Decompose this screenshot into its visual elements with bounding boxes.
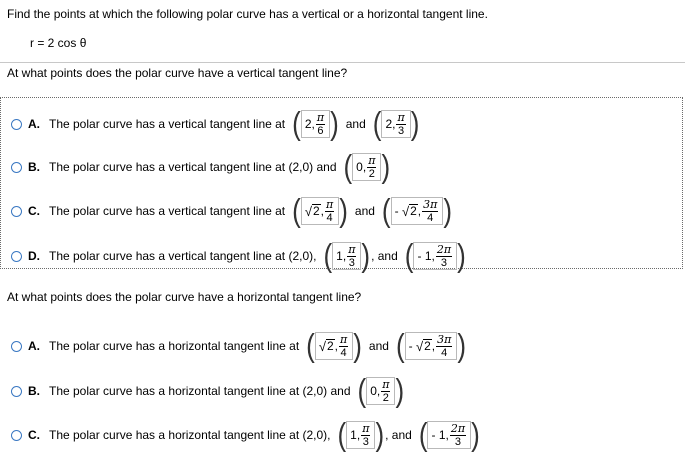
angle-numerator: π (396, 110, 406, 125)
point-expression[interactable]: ( - √ 2, 3π 4 ) (382, 194, 452, 227)
radius-value: 1 (424, 249, 432, 263)
radius-value: 1 (350, 428, 357, 442)
option-text: The polar curve has a horizontal tangent… (49, 384, 351, 398)
and-text: and (354, 204, 375, 218)
option-text: The polar curve has a vertical tangent l… (49, 117, 286, 131)
option-vertical-d[interactable]: D. The polar curve has a vertical tangen… (11, 237, 467, 275)
point-expression[interactable]: ( 0,π2 ) (358, 374, 405, 407)
radius-value: 1 (336, 249, 343, 263)
angle-numerator: 2π (449, 421, 467, 436)
point-expression[interactable]: ( √ 2, π 4 ) (292, 194, 348, 227)
angle-numerator: 2π (435, 242, 453, 257)
angle-denominator: 3 (398, 124, 405, 137)
angle-numerator: π (347, 242, 357, 257)
radio-button[interactable] (11, 429, 22, 441)
radius-value: 0 (356, 160, 363, 174)
point-expression[interactable]: ( √ 2, π 4 ) (306, 329, 362, 362)
radius-value: 2 (311, 203, 321, 218)
option-text: The polar curve has a vertical tangent l… (49, 160, 337, 174)
point-expression[interactable]: ( 2,π3 ) (373, 107, 420, 140)
and-text: and (368, 339, 389, 353)
angle-numerator: π (367, 153, 377, 168)
point-expression[interactable]: ( - 1, 2π 3 ) (419, 418, 480, 451)
and-text: , and (371, 249, 398, 263)
angle-numerator: π (324, 197, 335, 212)
sign: - (417, 249, 422, 263)
angle-denominator: 2 (368, 167, 375, 180)
option-letter: A. (28, 339, 40, 353)
angle-numerator: 3π (436, 332, 453, 347)
angle-denominator: 3 (454, 435, 462, 448)
angle-denominator: 3 (348, 256, 355, 269)
point-expression[interactable]: ( 1,π3 ) (338, 418, 385, 451)
radio-button[interactable] (11, 161, 22, 173)
radius-value: 2 (304, 117, 312, 131)
option-vertical-a[interactable]: A. The polar curve has a vertical tangen… (11, 105, 420, 143)
angle-numerator: π (361, 421, 371, 436)
divider (0, 62, 685, 63)
option-text: The polar curve has a vertical tangent l… (49, 249, 317, 263)
point-expression[interactable]: ( 2,π6 ) (292, 107, 339, 140)
point-expression[interactable]: ( 0,π2 ) (344, 150, 391, 183)
option-vertical-c[interactable]: C. The polar curve has a vertical tangen… (11, 192, 453, 230)
option-horizontal-a[interactable]: A. The polar curve has a horizontal tang… (11, 327, 467, 365)
question-horizontal: At what points does the polar curve have… (7, 290, 362, 304)
option-text: The polar curve has a vertical tangent l… (49, 204, 286, 218)
angle-numerator: π (381, 377, 391, 392)
radius-value: 2 (409, 203, 418, 218)
radius-value: 2 (385, 117, 393, 131)
angle-denominator: 2 (382, 391, 389, 404)
sign: - (408, 339, 413, 353)
angle-numerator: π (339, 332, 349, 347)
radius-value: 0 (370, 384, 377, 398)
sign: - (431, 428, 436, 442)
option-text: The polar curve has a horizontal tangent… (49, 428, 331, 442)
angle-denominator: 3 (440, 256, 448, 269)
option-letter: A. (28, 117, 40, 131)
option-letter: D. (28, 249, 40, 263)
radio-button[interactable] (11, 250, 22, 262)
instruction-text: Find the points at which the following p… (7, 7, 488, 21)
option-horizontal-c[interactable]: C. The polar curve has a horizontal tang… (11, 416, 481, 454)
angle-denominator: 4 (427, 211, 434, 224)
and-text: , and (385, 428, 412, 442)
polar-equation: r = 2 cos θ (30, 36, 87, 50)
option-letter: B. (28, 384, 40, 398)
point-expression[interactable]: ( - 1, 2π 3 ) (405, 239, 466, 272)
option-letter: B. (28, 160, 40, 174)
option-letter: C. (28, 204, 40, 218)
angle-denominator: 4 (340, 346, 347, 359)
sign: - (394, 204, 399, 218)
option-horizontal-b[interactable]: B. The polar curve has a horizontal tang… (11, 372, 405, 410)
radio-button[interactable] (11, 340, 22, 352)
angle-denominator: 6 (317, 124, 324, 137)
radio-button[interactable] (11, 205, 22, 217)
angle-numerator: 3π (422, 197, 439, 212)
radius-value: 2 (325, 338, 335, 353)
angle-numerator: π (315, 110, 326, 125)
point-expression[interactable]: ( - √ 2, 3π 4 ) (396, 329, 466, 362)
and-text: and (345, 117, 366, 131)
radius-value: 2 (423, 338, 432, 353)
question-vertical: At what points does the polar curve have… (7, 66, 348, 80)
radio-button[interactable] (11, 118, 22, 130)
radio-button[interactable] (11, 385, 22, 397)
point-expression[interactable]: ( 1,π3 ) (323, 239, 370, 272)
angle-denominator: 4 (326, 211, 333, 224)
radius-value: 1 (438, 428, 446, 442)
option-letter: C. (28, 428, 40, 442)
option-vertical-b[interactable]: B. The polar curve has a vertical tangen… (11, 148, 391, 186)
angle-denominator: 3 (362, 435, 369, 448)
option-text: The polar curve has a horizontal tangent… (49, 339, 300, 353)
angle-denominator: 4 (441, 346, 448, 359)
